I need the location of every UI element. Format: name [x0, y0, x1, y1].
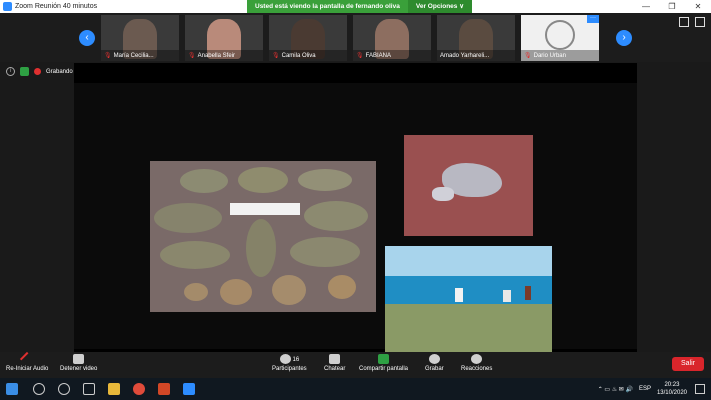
participant-thumbnails: 🎙 María Cecilia... 🎙 Anabella Sfeir 🎙 Camil…	[101, 15, 599, 61]
recording-label: Grabando	[46, 68, 73, 75]
participant-name: Amado Yarhareli...	[440, 52, 490, 59]
participant-tile[interactable]: ··· 🎙 Dario Urban	[521, 15, 599, 61]
chat-icon	[329, 354, 341, 364]
search-icon[interactable]	[33, 383, 45, 395]
shared-screen	[74, 63, 637, 354]
next-page-button[interactable]: ›	[616, 30, 632, 46]
powerpoint-icon[interactable]	[158, 383, 170, 395]
participant-name: Anabella Sfeir	[197, 52, 235, 59]
info-icon[interactable]: i	[6, 67, 15, 76]
share-screen-button[interactable]: Compartir pantalla	[359, 354, 408, 372]
reactions-button[interactable]: Reacciones	[461, 354, 492, 372]
mic-muted-icon: 🎙	[272, 53, 280, 59]
task-view-icon[interactable]	[83, 383, 95, 395]
participant-tile[interactable]: 🎙 María Cecilia...	[101, 15, 179, 61]
share-banner-message: Usted está viendo la pantalla de fernand…	[247, 0, 408, 13]
cortana-icon[interactable]	[58, 383, 70, 395]
leave-meeting-button[interactable]: Salir	[672, 357, 704, 371]
window-title: Zoom Reunión 40 minutos	[15, 3, 98, 10]
tray-icons: ⌃ ▭ ♨ ✉ 🔊	[597, 386, 633, 393]
windows-start-icon[interactable]	[6, 383, 18, 395]
mic-muted-icon	[20, 351, 35, 367]
speaker-view-icon[interactable]	[679, 17, 689, 27]
language-indicator[interactable]: ESP	[639, 386, 651, 392]
prev-page-button[interactable]: ‹	[79, 30, 95, 46]
participant-tile[interactable]: 🎙 Anabella Sfeir	[185, 15, 263, 61]
system-tray: ⌃ ▭ ♨ ✉ 🔊 ESP 20:23 13/10/2020	[598, 381, 687, 397]
close-button[interactable]: ✕	[685, 0, 711, 13]
record-icon	[428, 354, 440, 364]
participants-count: 16	[292, 357, 300, 363]
video-button[interactable]: Detener video	[60, 354, 97, 372]
participant-tile[interactable]: 🎙 FABIANA	[353, 15, 431, 61]
mic-muted-icon: 🎙	[356, 53, 364, 59]
more-options-icon[interactable]: ···	[587, 15, 599, 23]
meeting-toolbar: Re-Iniciar Audio Detener video 16 Partic…	[0, 351, 711, 378]
recording-dot-icon	[34, 68, 41, 75]
dune-artifacts-photo	[404, 135, 533, 236]
zoom-app-icon	[3, 2, 12, 11]
excavation-site-photo	[385, 246, 552, 354]
mic-muted-icon: 🎙	[524, 53, 532, 59]
view-controls	[679, 17, 705, 27]
participant-strip: ‹ 🎙 María Cecilia... 🎙 Anabella Sfeir 🎙 Cam…	[0, 13, 711, 62]
meeting-status-row: i Grabando	[6, 67, 73, 76]
security-shield-icon[interactable]	[20, 67, 29, 76]
stone-tools-photo	[150, 161, 376, 312]
view-options-button[interactable]: Ver Opciones ∨	[407, 0, 472, 13]
file-explorer-icon[interactable]	[108, 383, 120, 395]
participant-name: FABIANA	[365, 52, 391, 59]
smiley-icon	[471, 354, 483, 364]
participant-name: Dario Urban	[533, 52, 566, 59]
participants-icon	[279, 354, 291, 364]
mic-muted-icon: 🎙	[188, 53, 196, 59]
mic-muted-icon: 🎙	[104, 53, 112, 59]
window-controls: — ❐ ✕	[633, 0, 711, 13]
zoom-taskbar-icon[interactable]	[183, 383, 195, 395]
participant-tile[interactable]: Amado Yarhareli...	[437, 15, 515, 61]
chrome-icon[interactable]	[133, 383, 145, 395]
presentation-slide	[74, 83, 637, 354]
participant-name: Camila Oliva	[281, 52, 316, 59]
participant-tile[interactable]: 🎙 Camila Oliva	[269, 15, 347, 61]
fullscreen-icon[interactable]	[695, 17, 705, 27]
audio-button[interactable]: Re-Iniciar Audio	[6, 351, 48, 372]
notification-icon[interactable]	[695, 384, 705, 394]
share-banner: Usted está viendo la pantalla de fernand…	[247, 0, 472, 13]
record-button[interactable]: Grabar	[425, 354, 444, 372]
maximize-button[interactable]: ❐	[659, 0, 685, 13]
minimize-button[interactable]: —	[633, 0, 659, 13]
scale-bar	[230, 203, 300, 215]
share-screen-icon	[378, 354, 390, 364]
crosshair-avatar-icon	[545, 20, 575, 50]
participants-button[interactable]: 16 Participantes	[272, 354, 307, 372]
camera-icon	[73, 354, 85, 364]
clock[interactable]: 20:23 13/10/2020	[657, 381, 687, 397]
participant-name: María Cecilia...	[113, 52, 154, 59]
chat-button[interactable]: Chatear	[324, 354, 345, 372]
windows-taskbar: ⌃ ▭ ♨ ✉ 🔊 ESP 20:23 13/10/2020	[0, 378, 711, 400]
